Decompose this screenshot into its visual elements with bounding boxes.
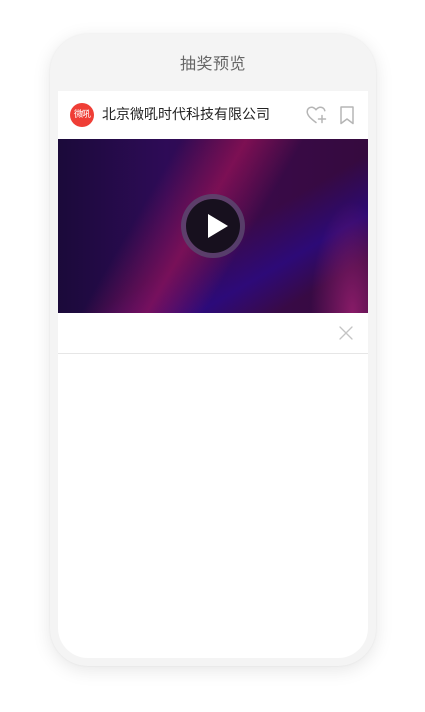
post-header: 微吼 北京微吼时代科技有限公司	[58, 91, 368, 139]
bookmark-button[interactable]	[336, 104, 358, 126]
phone-frame: 抽奖预览 微吼 北京微吼时代科技有限公司	[50, 34, 376, 666]
play-icon	[208, 214, 228, 238]
like-button[interactable]	[305, 104, 327, 126]
toolbar-row	[58, 313, 368, 354]
heart-plus-icon	[306, 106, 327, 124]
page-title: 抽奖预览	[179, 54, 246, 73]
video-cover[interactable]	[58, 139, 368, 313]
preview-screen: 微吼 北京微吼时代科技有限公司	[58, 91, 368, 658]
close-icon	[339, 326, 353, 340]
play-button[interactable]	[181, 194, 245, 258]
play-button-inner	[186, 199, 240, 253]
close-button[interactable]	[338, 325, 354, 341]
bookmark-icon	[340, 106, 354, 125]
avatar[interactable]: 微吼	[70, 103, 94, 127]
company-name[interactable]: 北京微吼时代科技有限公司	[102, 103, 270, 127]
